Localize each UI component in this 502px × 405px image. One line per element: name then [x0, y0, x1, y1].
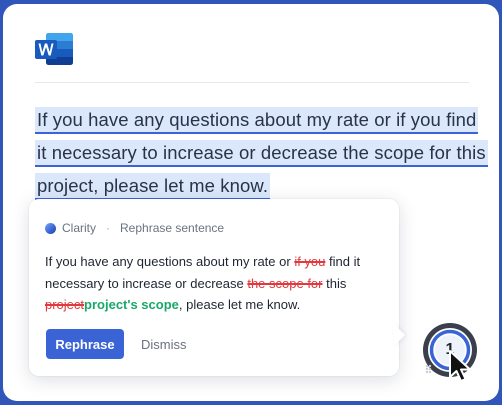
clarity-logo-icon — [45, 222, 56, 234]
suggestion-text: If you have any questions about my rate … — [45, 251, 390, 316]
word-app-icon[interactable] — [35, 32, 75, 66]
document-paragraph[interactable]: If you have any questions about my rate … — [35, 105, 488, 204]
deleted-text: if you — [294, 254, 326, 269]
header-separator: · — [106, 221, 111, 235]
kept-text: this — [322, 275, 347, 291]
main-card: If you have any questions about my rate … — [3, 4, 499, 401]
suggestion-type: Rephrase sentence — [120, 221, 225, 235]
popup-header: Clarity · Rephrase sentence — [45, 221, 224, 235]
deleted-text: project — [45, 297, 85, 312]
selected-text-line[interactable]: it necessary to increase or decrease the… — [35, 140, 488, 167]
kept-text: , please let me know. — [178, 297, 301, 312]
kept-text: If you have any questions about my rate … — [45, 254, 295, 269]
selected-text-line[interactable]: project, please let me know. — [35, 173, 271, 200]
divider — [35, 82, 469, 83]
popup-pointer — [394, 324, 405, 346]
mouse-cursor-icon — [449, 350, 471, 382]
dismiss-button[interactable]: Dismiss — [141, 329, 187, 359]
product-name: Clarity — [62, 221, 97, 235]
rephrase-button[interactable]: Rephrase — [46, 329, 124, 359]
selected-text-line[interactable]: If you have any questions about my rate … — [35, 107, 479, 134]
deleted-text: the scope for — [247, 275, 323, 291]
inserted-text: project's scope — [84, 297, 179, 312]
suggestion-popup: Clarity · Rephrase sentence If you have … — [29, 199, 399, 376]
